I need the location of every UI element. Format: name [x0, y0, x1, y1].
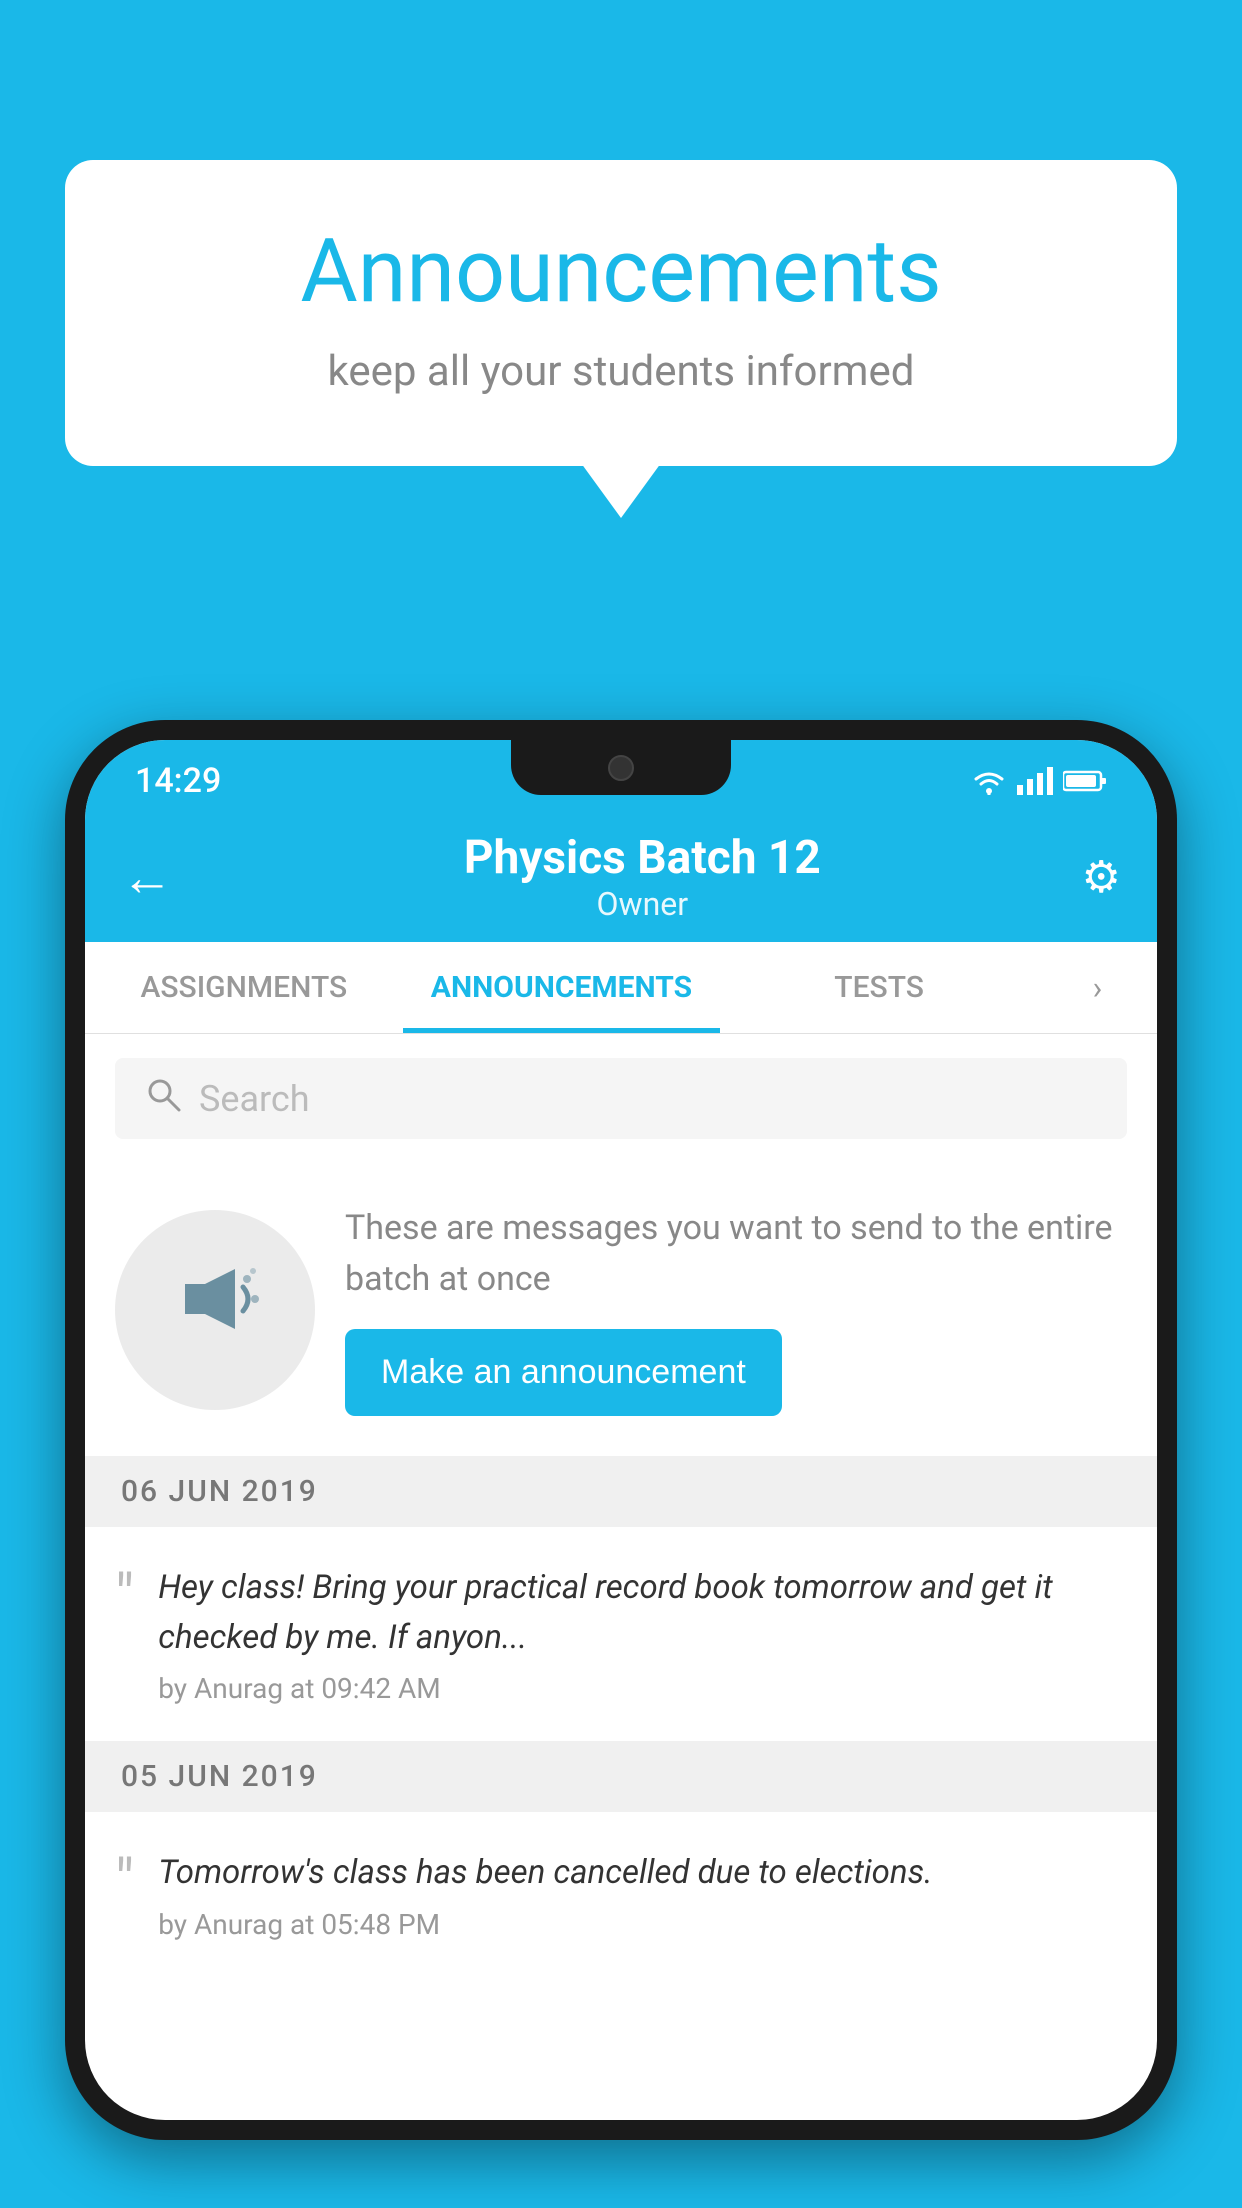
app-bar-title-group: Physics Batch 12 Owner	[203, 831, 1082, 923]
phone-wrapper: 14:29	[65, 720, 1177, 2208]
back-button[interactable]: ←	[121, 847, 173, 908]
app-bar-title: Physics Batch 12	[203, 831, 1082, 885]
search-icon	[145, 1076, 181, 1121]
megaphone-icon	[165, 1249, 265, 1371]
signal-icon	[1017, 767, 1053, 795]
quote-icon-1: "	[115, 1567, 134, 1627]
bubble-subtitle: keep all your students informed	[145, 347, 1097, 396]
date-section-1: 06 JUN 2019	[85, 1456, 1157, 1527]
phone-camera	[608, 755, 634, 781]
date-label-2: 05 JUN 2019	[121, 1759, 318, 1794]
speech-bubble: Announcements keep all your students inf…	[65, 160, 1177, 466]
megaphone-circle	[115, 1210, 315, 1410]
app-bar: ← Physics Batch 12 Owner ⚙	[85, 812, 1157, 942]
message-text-2: Tomorrow's class has been cancelled due …	[158, 1848, 1127, 1898]
quote-icon-2: "	[115, 1852, 134, 1912]
message-content-2: Tomorrow's class has been cancelled due …	[158, 1848, 1127, 1941]
phone-outer: 14:29	[65, 720, 1177, 2140]
search-container: Search	[85, 1034, 1157, 1163]
make-announcement-button[interactable]: Make an announcement	[345, 1329, 782, 1416]
tab-tests[interactable]: TESTS	[720, 942, 1038, 1033]
tab-more[interactable]: ›	[1038, 942, 1157, 1033]
phone-notch	[511, 740, 731, 795]
status-time: 14:29	[135, 761, 221, 801]
phone-screen: 14:29	[85, 740, 1157, 2120]
date-label-1: 06 JUN 2019	[121, 1474, 318, 1509]
bubble-title: Announcements	[145, 220, 1097, 323]
speech-bubble-container: Announcements keep all your students inf…	[65, 160, 1177, 466]
status-icons	[971, 767, 1107, 795]
message-item-1[interactable]: " Hey class! Bring your practical record…	[85, 1527, 1157, 1741]
app-bar-subtitle: Owner	[203, 885, 1082, 923]
announcement-prompt: These are messages you want to send to t…	[85, 1163, 1157, 1456]
search-placeholder: Search	[199, 1078, 310, 1120]
announcement-prompt-text: These are messages you want to send to t…	[345, 1203, 1127, 1305]
date-section-2: 05 JUN 2019	[85, 1741, 1157, 1812]
tab-announcements[interactable]: ANNOUNCEMENTS	[403, 942, 721, 1033]
message-item-2[interactable]: " Tomorrow's class has been cancelled du…	[85, 1812, 1157, 1977]
battery-icon	[1063, 769, 1107, 793]
message-content-1: Hey class! Bring your practical record b…	[158, 1563, 1127, 1705]
search-bar[interactable]: Search	[115, 1058, 1127, 1139]
settings-icon[interactable]: ⚙	[1082, 851, 1121, 903]
tab-bar: ASSIGNMENTS ANNOUNCEMENTS TESTS ›	[85, 942, 1157, 1034]
tab-assignments[interactable]: ASSIGNMENTS	[85, 942, 403, 1033]
wifi-icon	[971, 767, 1007, 795]
message-text-1: Hey class! Bring your practical record b…	[158, 1563, 1127, 1662]
announcement-prompt-right: These are messages you want to send to t…	[345, 1203, 1127, 1416]
message-meta-2: by Anurag at 05:48 PM	[158, 1908, 1127, 1941]
message-meta-1: by Anurag at 09:42 AM	[158, 1672, 1127, 1705]
